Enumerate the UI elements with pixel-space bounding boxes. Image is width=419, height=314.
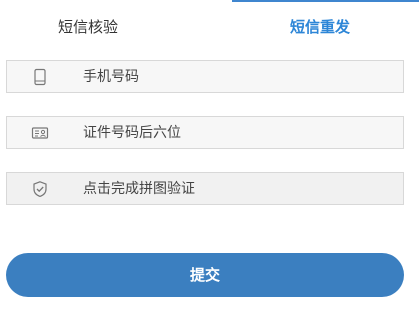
phone-placeholder: 手机号码: [83, 69, 139, 85]
captcha-label: 点击完成拼图验证: [83, 181, 195, 197]
tab-sms-resend[interactable]: 短信重发: [290, 17, 350, 37]
captcha-trigger[interactable]: 点击完成拼图验证: [6, 172, 404, 205]
submit-button[interactable]: 提交: [6, 253, 404, 297]
id-card-icon: [31, 127, 49, 139]
tab-sms-verify[interactable]: 短信核验: [58, 17, 118, 37]
id-last6-placeholder: 证件号码后六位: [83, 125, 181, 141]
id-last6-input[interactable]: 证件号码后六位: [6, 116, 404, 149]
shield-check-icon: [33, 181, 47, 198]
tab-bar: 短信核验 短信重发: [0, 0, 419, 52]
phone-input[interactable]: 手机号码: [6, 60, 404, 93]
phone-icon: [34, 68, 46, 86]
active-tab-indicator: [232, 0, 419, 2]
